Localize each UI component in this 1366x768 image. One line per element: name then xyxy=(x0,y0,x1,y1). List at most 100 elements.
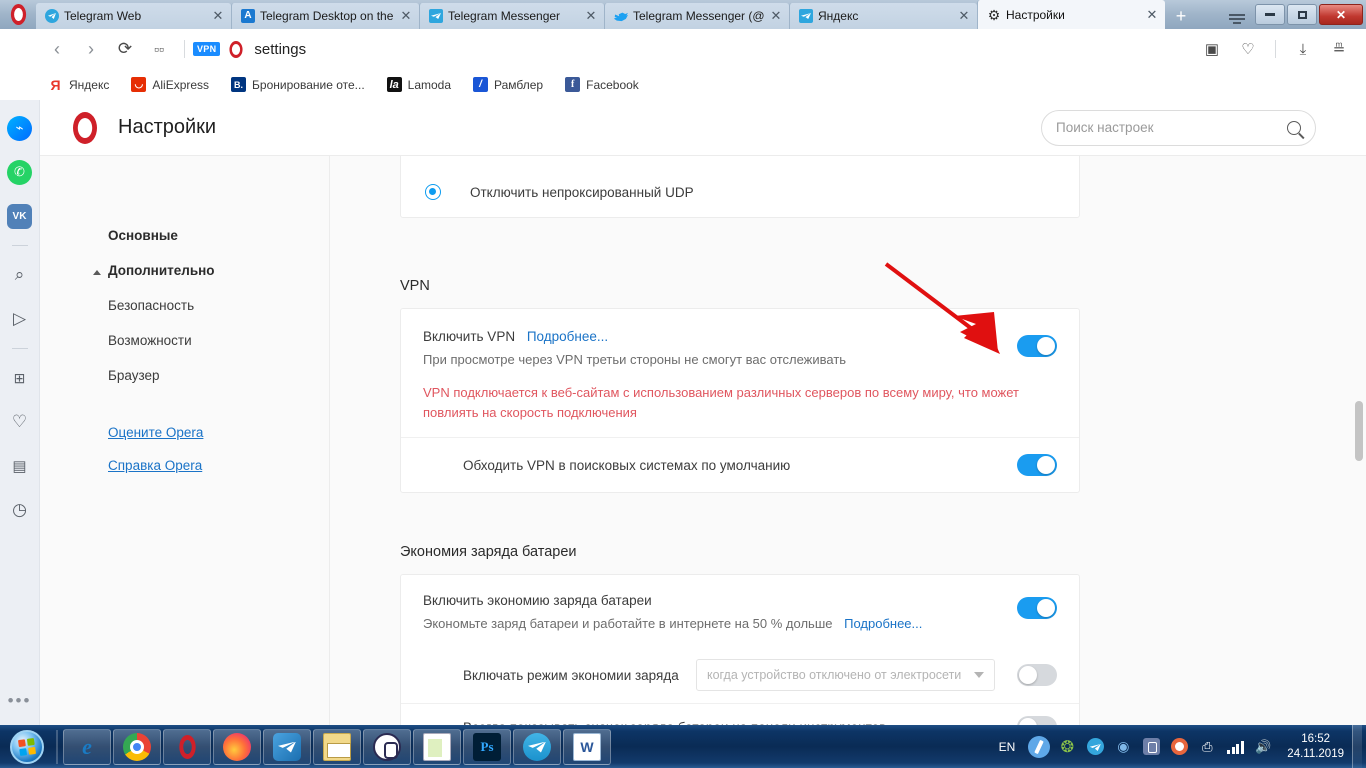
sidebar-item-favorites[interactable]: ♡ xyxy=(0,400,40,444)
scrollbar-thumb[interactable] xyxy=(1355,401,1363,461)
bookmark-booking[interactable]: B. Бронирование оте... xyxy=(231,77,375,92)
tab-close-button[interactable]: ✕ xyxy=(211,9,225,23)
battery-mode-toggle[interactable] xyxy=(1017,664,1057,686)
whatsapp-icon: ✆ xyxy=(7,159,32,185)
volume-icon[interactable]: 🔊 xyxy=(1252,736,1274,758)
sidebar-item-search[interactable]: ⌕ xyxy=(0,253,40,297)
bookmark-yandex[interactable]: Я Яндекс xyxy=(48,77,119,93)
opera-main-menu-icon[interactable] xyxy=(1220,0,1254,29)
browser-tab-2[interactable]: Telegram Desktop on the ✕ xyxy=(231,3,419,29)
sidebar-item-advanced[interactable]: Дополнительно xyxy=(40,253,329,288)
sidebar-item-speeddial[interactable]: ⊞ xyxy=(0,356,40,400)
sidebar-item-browser[interactable]: Браузер xyxy=(40,358,329,393)
sidebar-item-basic[interactable]: Основные xyxy=(40,218,329,253)
sidebar-item-news[interactable]: ▤ xyxy=(0,444,40,488)
taskbar-clock[interactable]: 16:52 24.11.2019 xyxy=(1287,732,1344,762)
vpn-badge[interactable]: VPN xyxy=(193,42,221,56)
vpn-learn-more-link[interactable]: Подробнее... xyxy=(527,329,608,344)
telegram-send-icon: ▷ xyxy=(12,309,27,328)
forward-icon[interactable]: › xyxy=(74,32,108,66)
show-desktop-button[interactable] xyxy=(1352,725,1362,768)
telegram-icon[interactable] xyxy=(1084,736,1106,758)
eye-icon[interactable]: ◉ xyxy=(1112,736,1134,758)
taskbar-explorer[interactable] xyxy=(313,728,361,765)
sidebar-more-icon[interactable]: ••• xyxy=(8,691,32,711)
booking-icon: B. xyxy=(231,77,247,92)
browser-tab-4[interactable]: Telegram Messenger (@ ✕ xyxy=(604,3,789,29)
sidebar-item-send[interactable]: ▷ xyxy=(0,297,40,341)
new-tab-button[interactable]: + xyxy=(1165,3,1197,29)
taskbar-firefox[interactable] xyxy=(213,728,261,765)
taskbar-internet-explorer[interactable]: e xyxy=(63,728,111,765)
camera-icon[interactable]: ▣ xyxy=(1195,32,1229,66)
reload-icon[interactable]: ⟳ xyxy=(108,32,142,66)
bookmark-facebook[interactable]: f Facebook xyxy=(565,77,649,92)
browser-tab-5[interactable]: Яндекс ✕ xyxy=(789,3,977,29)
browser-tab-6-active[interactable]: Настройки ✕ xyxy=(977,0,1165,29)
pen-icon[interactable] xyxy=(1028,735,1051,758)
antivirus-icon[interactable]: ❂ xyxy=(1056,736,1078,758)
sidebar-item-vk[interactable]: VK xyxy=(0,194,40,238)
sidebar-item-whatsapp[interactable]: ✆ xyxy=(0,150,40,194)
browser-tab-3[interactable]: Telegram Messenger ✕ xyxy=(419,3,604,29)
tab-strip: Telegram Web ✕ Telegram Desktop on the ✕… xyxy=(36,0,1220,29)
opera-icon xyxy=(173,733,201,761)
tab-close-button[interactable]: ✕ xyxy=(957,9,971,23)
radio-button-selected[interactable] xyxy=(425,184,441,200)
vpn-bypass-toggle[interactable] xyxy=(1017,454,1057,476)
webrtc-card: Использовать только публичные сетевые ин… xyxy=(400,156,1080,218)
heart-icon[interactable]: ♡ xyxy=(1231,32,1265,66)
lock-icon[interactable] xyxy=(1140,736,1162,758)
tab-close-button[interactable]: ✕ xyxy=(399,9,413,23)
ccleaner-icon[interactable] xyxy=(1168,736,1190,758)
taskbar-keepass[interactable] xyxy=(363,728,411,765)
taskbar-word[interactable]: W xyxy=(563,728,611,765)
speed-dial-icon[interactable]: ▫▫ xyxy=(142,32,176,66)
webrtc-option-public[interactable]: Использовать только публичные сетевые ин… xyxy=(401,156,1079,167)
sidebar-item-security[interactable]: Безопасность xyxy=(40,288,329,323)
bookmark-rambler[interactable]: / Рамблер xyxy=(473,77,553,92)
taskbar-maxthon[interactable] xyxy=(263,728,311,765)
download-icon[interactable]: ⤓ xyxy=(1286,32,1320,66)
easy-setup-icon[interactable]: ≞ xyxy=(1322,32,1356,66)
update-icon[interactable]: ⎙ xyxy=(1196,736,1218,758)
clock-date: 24.11.2019 xyxy=(1287,747,1344,760)
address-bar-input[interactable]: settings xyxy=(254,41,306,58)
tab-close-button[interactable]: ✕ xyxy=(584,9,598,23)
search-input[interactable] xyxy=(1056,120,1287,135)
webrtc-option-udp[interactable]: Отключить непроксированный UDP xyxy=(401,167,1079,217)
battery-icon-toggle[interactable] xyxy=(1017,716,1057,725)
settings-search-box[interactable] xyxy=(1041,109,1316,146)
navigation-bar: ‹ › ⟳ ▫▫ VPN settings ▣ ♡ ⤓ ≞ xyxy=(40,29,1366,69)
taskbar-notepad[interactable] xyxy=(413,728,461,765)
taskbar-opera[interactable] xyxy=(163,728,211,765)
windows-orb-icon xyxy=(10,729,44,764)
tab-close-button[interactable]: ✕ xyxy=(769,9,783,23)
taskbar-photoshop[interactable]: Ps xyxy=(463,728,511,765)
sidebar-divider xyxy=(11,245,28,246)
sidebar-item-history[interactable]: ◷ xyxy=(0,488,40,532)
battery-enable-toggle[interactable] xyxy=(1017,597,1057,619)
window-maximize-button[interactable] xyxy=(1287,4,1317,25)
start-button[interactable] xyxy=(2,727,52,767)
sidebar-item-messenger[interactable]: ⌁ xyxy=(0,106,40,150)
bookmark-aliexpress[interactable]: ◡ AliExpress xyxy=(131,77,219,92)
back-icon[interactable]: ‹ xyxy=(40,32,74,66)
page-scrollbar[interactable] xyxy=(1353,156,1365,725)
battery-mode-select[interactable]: когда устройство отключено от электросет… xyxy=(695,659,995,691)
vpn-enable-toggle[interactable] xyxy=(1017,335,1057,357)
taskbar-chrome[interactable] xyxy=(113,728,161,765)
opera-menu-button[interactable] xyxy=(0,0,36,29)
rate-opera-link[interactable]: Оцените Opera xyxy=(40,415,329,448)
tab-close-button[interactable]: ✕ xyxy=(1145,7,1159,22)
sidebar-item-features[interactable]: Возможности xyxy=(40,323,329,358)
battery-learn-more-link[interactable]: Подробнее... xyxy=(844,616,922,631)
browser-tab-1[interactable]: Telegram Web ✕ xyxy=(36,3,231,29)
opera-help-link[interactable]: Справка Opera xyxy=(40,448,329,481)
network-icon[interactable] xyxy=(1224,736,1246,758)
window-minimize-button[interactable] xyxy=(1255,4,1285,25)
window-close-button[interactable]: ✕ xyxy=(1319,4,1363,25)
bookmark-lamoda[interactable]: la Lamoda xyxy=(386,77,461,92)
language-indicator[interactable]: EN xyxy=(999,740,1016,754)
taskbar-telegram[interactable] xyxy=(513,728,561,765)
